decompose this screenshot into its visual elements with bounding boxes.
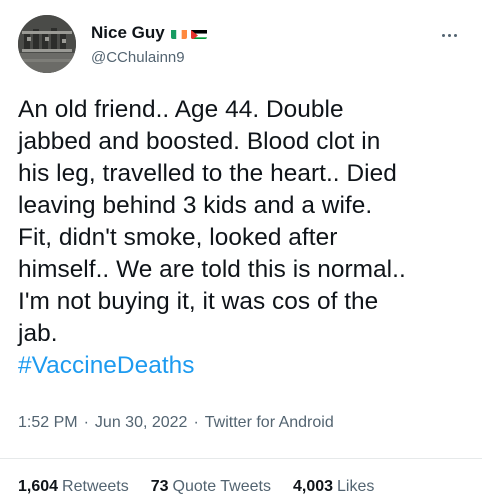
tweet-stats: 1,604 Retweets 73 Quote Tweets 4,003 Likes [18, 478, 396, 496]
quotes-label: Quote Tweets [172, 478, 271, 495]
tweet-line: Fit, didn't smoke, looked after [18, 224, 338, 251]
tweet-date[interactable]: Jun 30, 2022 [95, 414, 188, 432]
avatar[interactable] [18, 15, 76, 73]
meta-separator: · [193, 414, 199, 431]
likes-stat[interactable]: 4,003 Likes [293, 478, 374, 496]
retweets-count: 1,604 [18, 478, 59, 495]
tweet-line: jabbed and boosted. Blood clot in [18, 128, 381, 155]
tweet-meta: 1:52 PM · Jun 30, 2022 · Twitter for And… [18, 414, 334, 432]
tweet-line: himself.. We are told this is normal.. [18, 256, 406, 283]
more-options-icon[interactable] [434, 23, 464, 47]
avatar-image [18, 15, 76, 73]
retweets-label: Retweets [62, 478, 129, 495]
tweet-header: Nice Guy @CChulainn9 [18, 15, 464, 77]
display-name[interactable]: Nice Guy [91, 23, 165, 43]
retweets-stat[interactable]: 1,604 Retweets [18, 478, 129, 496]
meta-separator: · [83, 414, 89, 431]
divider [0, 458, 482, 459]
author-names: Nice Guy @CChulainn9 [91, 21, 207, 66]
tweet-line: his leg, travelled to the heart.. Died [18, 160, 397, 187]
ireland-flag-icon [170, 28, 187, 39]
tweet-time[interactable]: 1:52 PM [18, 414, 78, 432]
likes-count: 4,003 [292, 478, 334, 495]
tweet-text: An old friend.. Age 44. Double jabbed an… [18, 94, 468, 382]
hashtag-link[interactable]: #VaccineDeaths [18, 350, 468, 382]
tweet-line: leaving behind 3 kids and a wife. [18, 192, 373, 219]
flags [170, 28, 207, 39]
tweet-source[interactable]: Twitter for Android [205, 414, 334, 432]
tweet-line: An old friend.. Age 44. Double [18, 96, 344, 123]
tweet-line: I'm not buying it, it was cos of the [18, 288, 379, 315]
quotes-count: 73 [150, 478, 169, 495]
handle[interactable]: @CChulainn9 [91, 49, 207, 66]
palestine-flag-icon [190, 28, 207, 39]
quotes-stat[interactable]: 73 Quote Tweets [151, 478, 271, 496]
likes-label: Likes [337, 478, 375, 495]
tweet-line: jab. [18, 320, 58, 347]
